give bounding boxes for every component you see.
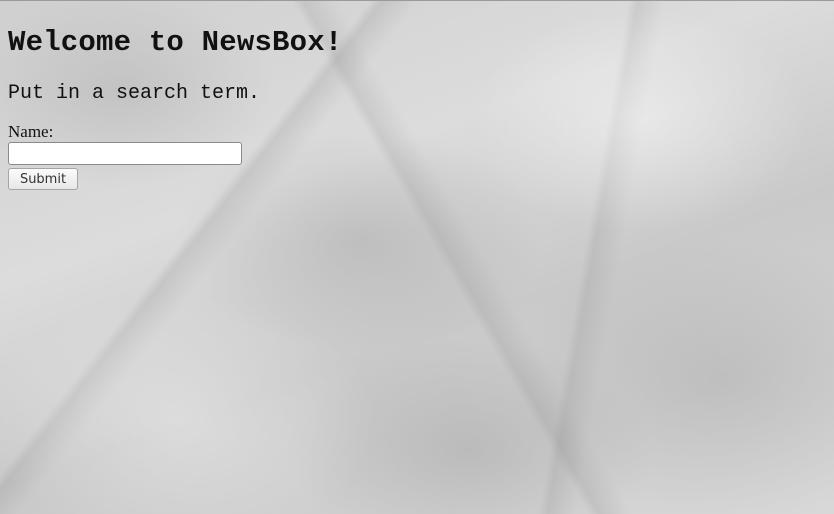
search-form: Name: Submit (8, 122, 342, 190)
page-title: Welcome to NewsBox! (8, 26, 343, 59)
submit-button[interactable]: Submit (8, 168, 78, 190)
page-subtitle: Put in a search term. (8, 82, 261, 105)
name-label: Name: (8, 122, 54, 141)
page-content: Welcome to NewsBox! Put in a search term… (8, 0, 342, 190)
name-input[interactable] (8, 142, 242, 165)
